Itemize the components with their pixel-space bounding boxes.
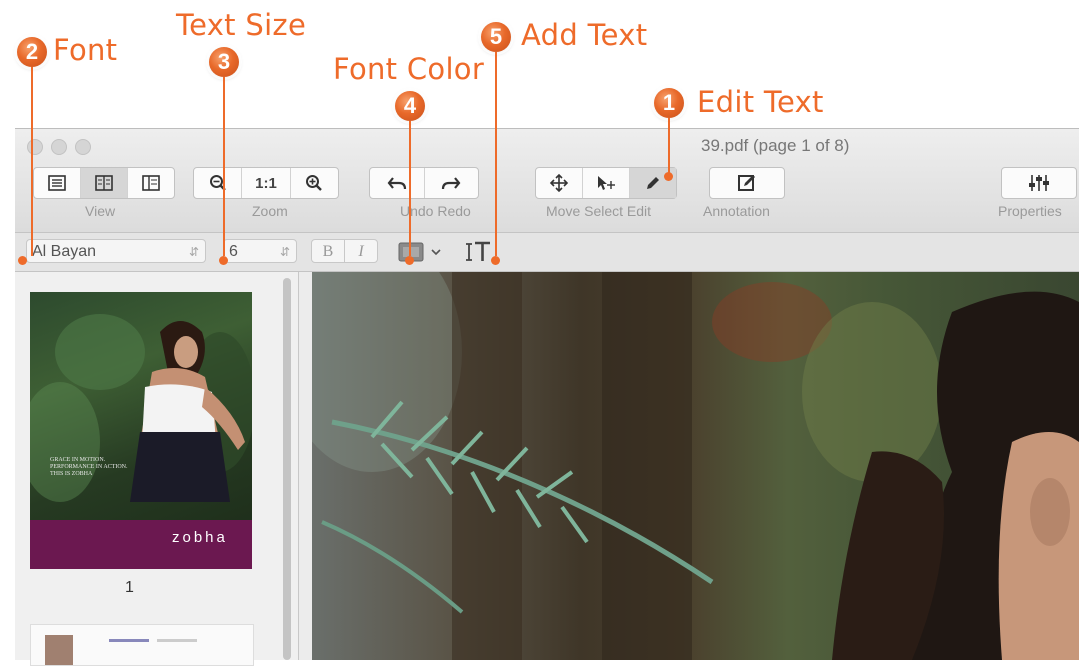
- view-single-page-button[interactable]: [34, 168, 81, 198]
- callout-4-badge: 4: [395, 91, 425, 121]
- window-title: 39.pdf (page 1 of 8): [701, 136, 850, 155]
- callout-5-dot: [491, 256, 500, 265]
- page-number-label: 1: [125, 579, 134, 596]
- add-text-button[interactable]: [464, 240, 494, 264]
- view-segment: [33, 167, 175, 199]
- undo-button[interactable]: [370, 168, 425, 198]
- callout-3-badge: 3: [209, 47, 239, 77]
- zoom-window-button[interactable]: [75, 139, 91, 155]
- select-button[interactable]: [583, 168, 630, 198]
- text-format-bar: Al Bayan ⇵ 6 ⇵ B I: [15, 233, 1079, 272]
- model-figure: [30, 314, 252, 569]
- view-label: View: [85, 203, 116, 219]
- bold-button[interactable]: B: [311, 239, 345, 263]
- sidebar-view-icon: [142, 175, 160, 191]
- move-select-edit-label: Move Select Edit: [546, 203, 652, 219]
- move-icon: [549, 173, 569, 193]
- callout-5-badge: 5: [481, 22, 511, 52]
- callout-1-dot: [664, 172, 673, 181]
- zoom-segment: 1:1: [193, 167, 339, 199]
- properties-segment: [1001, 167, 1077, 199]
- font-size-value: 6: [229, 243, 238, 260]
- annotation-label: Annotation: [703, 203, 770, 219]
- callout-4-line: [409, 121, 411, 256]
- callout-font-color-label: Font Color: [333, 52, 485, 86]
- callout-2-badge: 2: [17, 37, 47, 67]
- add-text-icon: [466, 241, 490, 261]
- callout-3-line: [223, 77, 225, 256]
- view-continuous-button[interactable]: [128, 168, 174, 198]
- select-icon: [598, 176, 615, 190]
- redo-button[interactable]: [425, 168, 479, 198]
- callout-2-line: [31, 67, 33, 256]
- single-page-icon: [48, 175, 66, 191]
- move-button[interactable]: [536, 168, 583, 198]
- redo-icon: [442, 177, 461, 190]
- zoom-in-icon: [306, 175, 323, 191]
- sidebar-scrollbar[interactable]: [283, 278, 291, 660]
- actual-size-button[interactable]: 1:1: [242, 168, 291, 198]
- page-2-preview: [45, 635, 197, 665]
- thumbnail-sidebar: GRACE IN MOTION. PERFORMANCE IN ACTION. …: [15, 272, 299, 666]
- callout-5-line: [495, 52, 497, 256]
- app-window: 39.pdf (page 1 of 8) View 1:1 Zoom Undo …: [15, 128, 1079, 666]
- document-view[interactable]: [312, 272, 1079, 660]
- document-photo: [312, 272, 1079, 660]
- sliders-icon: [1029, 175, 1049, 191]
- font-family-value: Al Bayan: [32, 243, 97, 260]
- view-two-page-button[interactable]: [81, 168, 128, 198]
- annotation-segment: [709, 167, 785, 199]
- italic-button[interactable]: I: [344, 239, 378, 263]
- callout-2-dot: [18, 256, 27, 265]
- annotation-button[interactable]: [710, 168, 784, 198]
- page-thumbnail-1[interactable]: GRACE IN MOTION. PERFORMANCE IN ACTION. …: [30, 292, 252, 569]
- properties-button[interactable]: [1002, 168, 1076, 198]
- move-select-edit-segment: [535, 167, 677, 199]
- undo-icon: [387, 177, 406, 190]
- page-thumbnail-2[interactable]: [30, 624, 254, 666]
- zoom-out-button[interactable]: [194, 168, 243, 198]
- two-page-icon: [95, 175, 113, 191]
- callout-add-text-label: Add Text: [521, 18, 648, 52]
- main-toolbar: 39.pdf (page 1 of 8) View 1:1 Zoom Undo …: [15, 129, 1079, 233]
- undo-redo-segment: [369, 167, 479, 199]
- callout-1-badge: 1: [654, 88, 684, 118]
- minimize-window-button[interactable]: [51, 139, 67, 155]
- stepper-icon: ⇵: [279, 245, 290, 259]
- zoom-label: Zoom: [252, 203, 288, 219]
- font-size-select[interactable]: 6 ⇵: [223, 239, 297, 263]
- callout-text-size-label: Text Size: [176, 8, 307, 42]
- stepper-icon: ⇵: [188, 245, 199, 259]
- pencil-icon: [647, 177, 659, 189]
- thumbnail-tagline: GRACE IN MOTION. PERFORMANCE IN ACTION. …: [50, 457, 128, 477]
- properties-label: Properties: [998, 203, 1062, 219]
- callout-1-line: [668, 118, 670, 174]
- callout-edit-text-label: Edit Text: [697, 85, 824, 119]
- thumbnail-brand: zobha: [172, 529, 228, 546]
- callout-font-label: Font: [53, 33, 118, 67]
- annotation-icon: [738, 175, 755, 191]
- callout-4-dot: [405, 256, 414, 265]
- callout-3-dot: [219, 256, 228, 265]
- close-window-button[interactable]: [27, 139, 43, 155]
- zoom-in-button[interactable]: [291, 168, 338, 198]
- font-family-select[interactable]: Al Bayan ⇵: [26, 239, 206, 263]
